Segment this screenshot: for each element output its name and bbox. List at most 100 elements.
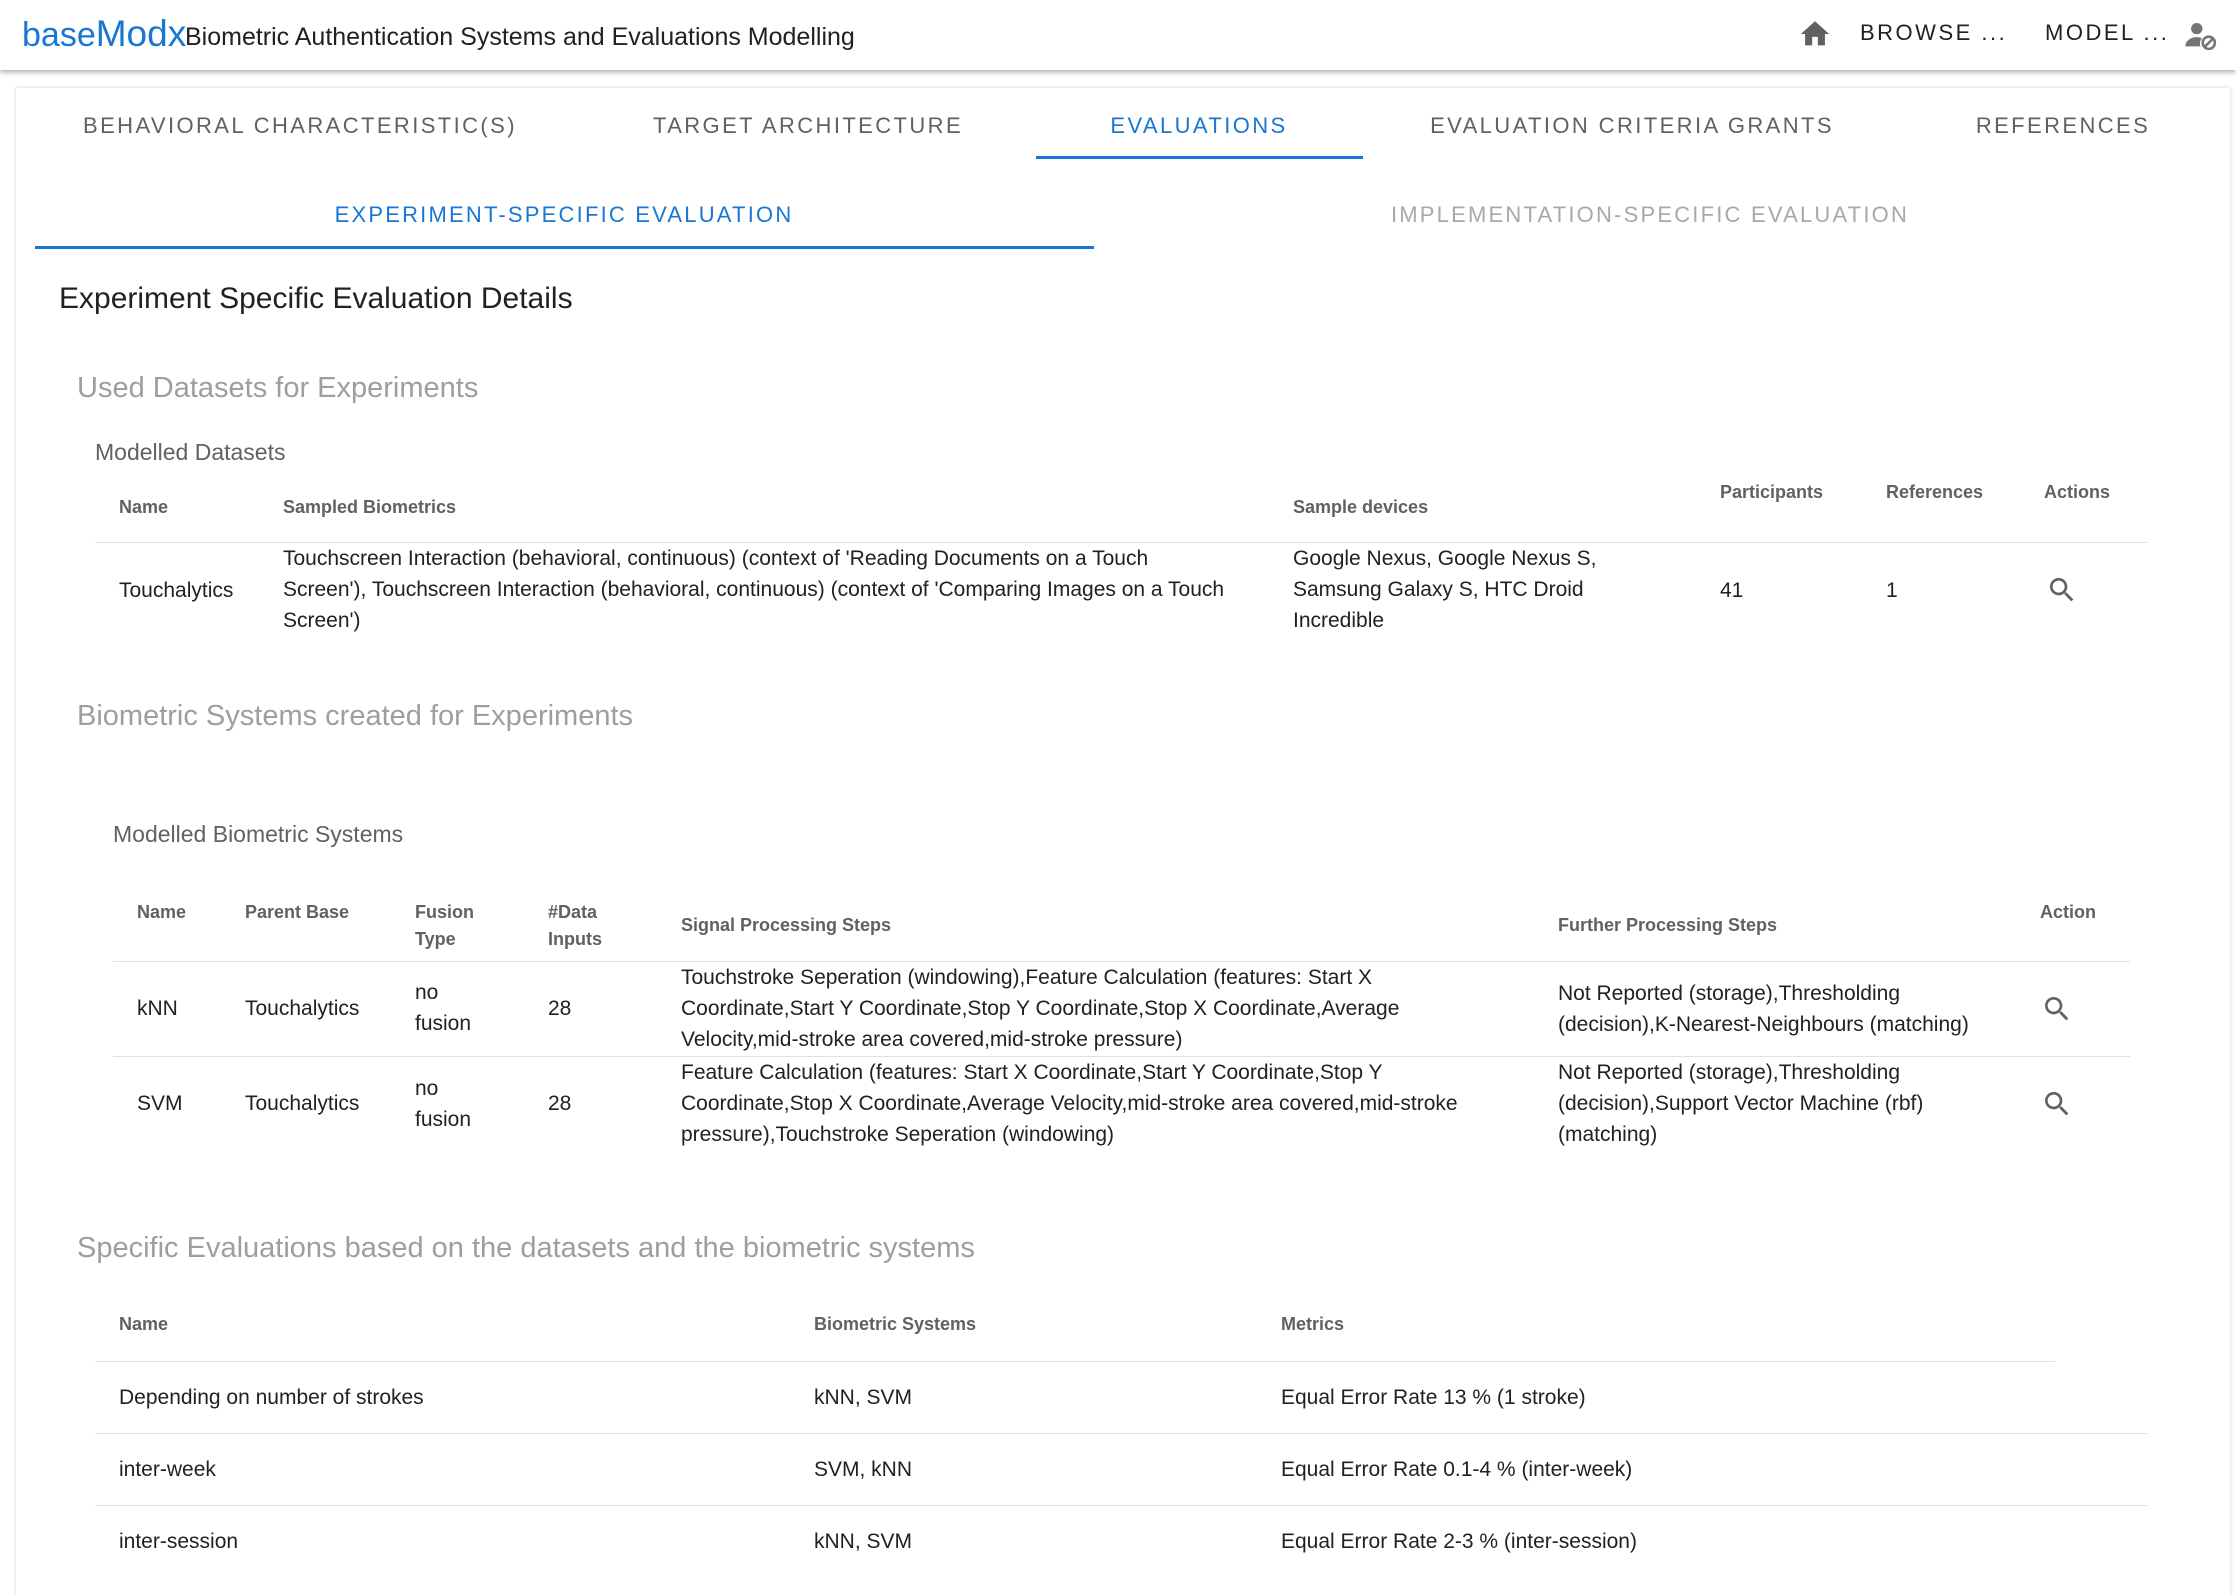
text-line: Screen'), Touchscreen Interaction (behav…	[283, 578, 1225, 601]
app-title: Biometric Authentication Systems and Eva…	[185, 23, 855, 51]
text-line: Samsung Galaxy S, HTC Droid	[1293, 578, 1584, 601]
col-header-parent-base: Parent Base	[245, 902, 350, 922]
dataset-references: 1	[1886, 579, 1898, 602]
text-line: fusion	[415, 1012, 472, 1035]
text-line: Touchscreen Interaction (behavioral, con…	[283, 547, 1149, 570]
text-line: no	[415, 1077, 439, 1100]
system-signal-processing: Feature Calculation (features: Start X C…	[681, 1057, 1458, 1150]
browse-menu-button[interactable]: BROWSE ...	[1860, 20, 2007, 46]
text-line: Coordinate,Stop X Coordinate,Average Vel…	[681, 1092, 1458, 1115]
col-header-biometric-systems: Biometric Systems	[814, 1314, 977, 1334]
dataset-sample-devices: Google Nexus, Google Nexus S, Samsung Ga…	[1293, 543, 1597, 636]
system-parent-base: Touchalytics	[245, 997, 360, 1020]
col-header-action: Action	[2040, 902, 2096, 922]
text-line: Not Reported (storage),Thresholding	[1558, 1061, 1901, 1084]
brand-prefix: base	[22, 16, 96, 54]
evaluation-systems: kNN, SVM	[814, 1530, 913, 1553]
system-fusion-type: no fusion	[415, 1073, 471, 1135]
view-system-button[interactable]	[2041, 1088, 2073, 1120]
system-data-inputs: 28	[548, 1092, 572, 1115]
tab-evaluations[interactable]: EVALUATIONS	[1110, 113, 1287, 139]
col-header-references: References	[1886, 482, 1984, 502]
search-icon	[2045, 997, 2069, 1021]
evaluation-metrics: Equal Error Rate 2-3 % (inter-session)	[1281, 1530, 1637, 1553]
app-bar: baseModx Biometric Authentication System…	[0, 0, 2236, 70]
home-button[interactable]	[1798, 17, 1832, 51]
col-header-metrics: Metrics	[1281, 1314, 1345, 1334]
evaluation-name: inter-week	[119, 1458, 216, 1481]
user-settings-button[interactable]	[2184, 18, 2218, 52]
tab-behavioral-characteristics[interactable]: BEHAVIORAL CHARACTERISTIC(S)	[83, 113, 517, 139]
evaluation-metrics: Equal Error Rate 13 % (1 stroke)	[1281, 1386, 1586, 1409]
col-header-data-inputs: #Data Inputs	[548, 899, 602, 953]
evaluation-metrics: Equal Error Rate 0.1-4 % (inter-week)	[1281, 1458, 1633, 1481]
systems-section-heading: Biometric Systems created for Experiment…	[77, 700, 634, 732]
table-divider	[95, 1433, 2148, 1434]
col-header-name: Name	[119, 497, 169, 517]
text-line: Screen')	[283, 609, 361, 632]
col-header-further-processing: Further Processing Steps	[1558, 915, 1778, 935]
text-line: (decision),Support Vector Machine (rbf)	[1558, 1092, 1924, 1115]
col-header-sampled-biometrics: Sampled Biometrics	[283, 497, 457, 517]
dataset-participants: 41	[1720, 579, 1744, 602]
col-header-name: Name	[119, 1314, 169, 1334]
table-divider	[95, 1505, 2148, 1506]
evaluations-section-heading: Specific Evaluations based on the datase…	[77, 1232, 975, 1264]
system-further-processing: Not Reported (storage),Thresholding (dec…	[1558, 978, 1969, 1040]
home-icon	[1800, 21, 1830, 46]
system-name: SVM	[137, 1092, 183, 1115]
datasets-subheading: Modelled Datasets	[95, 439, 286, 465]
tab-evaluation-criteria-grants[interactable]: EVALUATION CRITERIA GRANTS	[1430, 113, 1834, 139]
brand-suffix: Modx	[95, 13, 187, 54]
brand-logo[interactable]: baseModx	[22, 13, 186, 55]
col-header-participants: Participants	[1720, 482, 1824, 502]
system-fusion-type: no fusion	[415, 977, 471, 1039]
header-line: Type	[415, 929, 456, 949]
text-line: Google Nexus, Google Nexus S,	[1293, 547, 1597, 570]
text-line: Feature Calculation (features: Start X C…	[681, 1061, 1383, 1084]
text-line: Coordinate,Start Y Coordinate,Stop Y Coo…	[681, 997, 1400, 1020]
col-header-name: Name	[137, 902, 187, 922]
header-line: Fusion	[415, 902, 474, 922]
view-dataset-button[interactable]	[2046, 574, 2078, 606]
view-system-button[interactable]	[2041, 993, 2073, 1025]
datasets-section-heading: Used Datasets for Experiments	[77, 372, 479, 404]
evaluation-name: Depending on number of strokes	[119, 1386, 424, 1409]
text-line: (matching)	[1558, 1123, 1658, 1146]
search-icon	[2050, 578, 2074, 602]
col-header-actions: Actions	[2044, 482, 2111, 502]
text-line: Touchstroke Seperation (windowing),Featu…	[681, 966, 1373, 989]
dataset-sampled-biometrics: Touchscreen Interaction (behavioral, con…	[283, 543, 1224, 636]
system-data-inputs: 28	[548, 997, 572, 1020]
text-line: pressure),Touchstroke Seperation (window…	[681, 1123, 1115, 1146]
system-parent-base: Touchalytics	[245, 1092, 360, 1115]
evaluation-name: inter-session	[119, 1530, 239, 1553]
model-menu-button[interactable]: MODEL ...	[2045, 20, 2169, 46]
text-line: Incredible	[1293, 609, 1385, 632]
search-icon	[2045, 1092, 2069, 1116]
user-settings-icon	[2185, 22, 2217, 51]
text-line: fusion	[415, 1108, 472, 1131]
systems-subheading: Modelled Biometric Systems	[113, 821, 404, 847]
tab-target-architecture[interactable]: TARGET ARCHITECTURE	[653, 113, 963, 139]
header-line: Inputs	[548, 929, 602, 949]
col-header-fusion-type: Fusion Type	[415, 899, 474, 953]
system-further-processing: Not Reported (storage),Thresholding (dec…	[1558, 1057, 1923, 1150]
text-line: no	[415, 981, 439, 1004]
subtab-implementation-specific[interactable]: IMPLEMENTATION-SPECIFIC EVALUATION	[1391, 202, 1909, 228]
table-divider	[95, 1361, 2055, 1362]
col-header-sample-devices: Sample devices	[1293, 497, 1429, 517]
evaluation-systems: SVM, kNN	[814, 1458, 913, 1481]
subtab-experiment-specific[interactable]: EXPERIMENT-SPECIFIC EVALUATION	[335, 202, 794, 228]
evaluation-systems: kNN, SVM	[814, 1386, 913, 1409]
active-subtab-indicator	[35, 246, 1094, 249]
text-line: Not Reported (storage),Thresholding	[1558, 982, 1901, 1005]
header-line: #Data	[548, 902, 598, 922]
tab-references[interactable]: REFERENCES	[1976, 113, 2150, 139]
text-line: (decision),K-Nearest-Neighbours (matchin…	[1558, 1013, 1969, 1036]
col-header-signal-processing: Signal Processing Steps	[681, 915, 892, 935]
page-title: Experiment Specific Evaluation Details	[59, 282, 573, 315]
system-name: kNN	[137, 997, 178, 1020]
system-signal-processing: Touchstroke Seperation (windowing),Featu…	[681, 962, 1399, 1055]
dataset-name: Touchalytics	[119, 579, 234, 602]
